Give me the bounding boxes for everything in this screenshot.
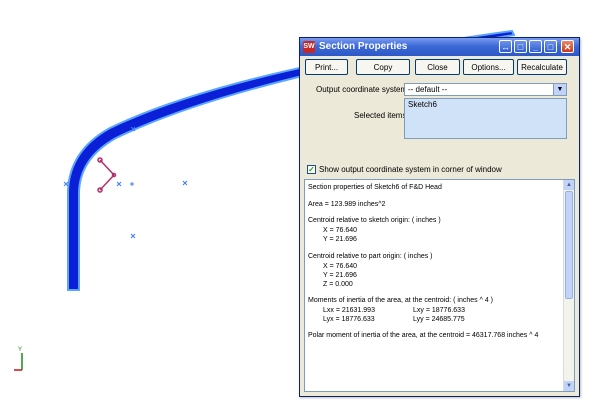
result-line: Section properties of Sketch6 of F&D Hea… xyxy=(308,184,442,191)
print-button[interactable]: Print... xyxy=(305,59,348,75)
section-properties-dialog: SW Section Properties ↔ □ _ □ ✕ Print...… xyxy=(299,37,580,397)
chevron-down-icon[interactable]: ▼ xyxy=(553,84,566,95)
sketch-point-markers xyxy=(63,126,188,239)
copy-button[interactable]: Copy xyxy=(356,59,410,75)
scroll-down-icon[interactable]: ▼ xyxy=(564,381,574,391)
result-line: Area = 123.989 inches^2 xyxy=(308,201,386,208)
dialog-titlebar[interactable]: SW Section Properties ↔ □ _ □ ✕ xyxy=(300,38,579,56)
results-scrollbar[interactable]: ▲ ▼ xyxy=(563,180,574,391)
coord-system-select[interactable]: -- default -- ▼ xyxy=(404,83,567,96)
result-line: Polar moment of inertia of the area, at … xyxy=(308,332,539,339)
show-coord-label: Show output coordinate system in corner … xyxy=(319,165,502,174)
restore-icon[interactable]: □ xyxy=(514,40,527,53)
sketch-relation-marker xyxy=(97,157,117,193)
list-item[interactable]: Sketch6 xyxy=(408,100,563,109)
selected-items-list[interactable]: Sketch6 xyxy=(404,98,567,139)
maximize-icon[interactable]: □ xyxy=(544,40,557,53)
app-icon: SW xyxy=(303,41,315,53)
result-line: Lxx = 21631.993 xyxy=(323,307,375,314)
result-line: Lyy = 24685.775 xyxy=(413,316,465,323)
coord-system-label: Output coordinate system: xyxy=(316,85,410,94)
options-button[interactable]: Options... xyxy=(463,59,514,75)
result-line: Centroid relative to part origin: ( inch… xyxy=(308,253,433,260)
axis-y-label: Y xyxy=(18,347,22,353)
result-line: Y = 21.696 xyxy=(323,236,357,243)
show-coord-checkbox[interactable]: ✓ xyxy=(307,165,316,174)
selected-items-label: Selected items: xyxy=(354,111,409,120)
result-line: Lxy = 18776.633 xyxy=(413,307,465,314)
results-panel[interactable]: Section properties of Sketch6 of F&D Hea… xyxy=(304,179,575,392)
result-line: Moments of inertia of the area, at the c… xyxy=(308,297,493,304)
result-line: X = 76.640 xyxy=(323,263,358,270)
result-line: Lyx = 18776.633 xyxy=(323,316,375,323)
dialog-title: Section Properties xyxy=(319,41,408,52)
recalculate-button[interactable]: Recalculate xyxy=(517,59,567,75)
scroll-up-icon[interactable]: ▲ xyxy=(564,180,574,190)
coord-system-value: -- default -- xyxy=(408,85,448,94)
scrollbar-thumb[interactable] xyxy=(565,191,573,299)
pin-icon[interactable]: ↔ xyxy=(499,40,512,53)
result-line: Y = 21.696 xyxy=(323,272,357,279)
close-icon[interactable]: ✕ xyxy=(561,40,574,53)
minimize-icon[interactable]: _ xyxy=(529,40,542,53)
close-button[interactable]: Close xyxy=(415,59,460,75)
result-line: Centroid relative to sketch origin: ( in… xyxy=(308,217,441,224)
axis-triad: Y xyxy=(14,347,23,371)
result-line: X = 76.640 xyxy=(323,227,358,234)
result-line: Z = 0.000 xyxy=(323,281,353,288)
